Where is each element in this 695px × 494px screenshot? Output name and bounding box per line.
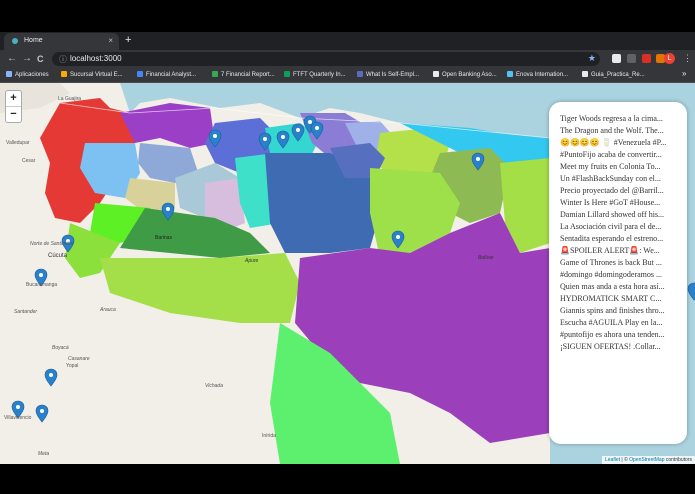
map-view[interactable]: La Guajira Valledupar Cesar Cúcuta Norte…	[0, 83, 695, 464]
bookmark-item[interactable]: Sucursal Virtual E...	[61, 71, 123, 78]
bookmarks-overflow-icon[interactable]: »	[682, 69, 686, 78]
tweet-item[interactable]: Meet my fruits en Colonia To...	[560, 161, 680, 173]
tweet-item[interactable]: #puntofijo es ahora una tenden...	[560, 329, 680, 341]
bookmark-item[interactable]: Financial Analyst...	[137, 71, 196, 78]
map-label: Inírida	[262, 433, 276, 439]
extension-icon[interactable]	[642, 54, 651, 63]
browser-toolbar: ← → C ⓘ localhost:3000 ★ L ⋮	[0, 50, 695, 68]
tweet-item[interactable]: HYDROMATICK SMART C...	[560, 293, 680, 305]
screen-bottom-bar	[0, 464, 695, 494]
tweet-item[interactable]: #PuntoFijo acaba de convertir...	[560, 149, 680, 161]
map-label: Casanare	[68, 356, 90, 362]
map-label: Cúcuta	[48, 253, 68, 259]
tweet-item[interactable]: 😊😊😊😊 🥛 #Venezuela #P...	[560, 137, 680, 149]
reload-icon[interactable]: C	[37, 54, 44, 64]
tweet-item[interactable]: Quien mas anda a esta hora así...	[560, 281, 680, 293]
tweet-item[interactable]: Tiger Woods regresa a la cima...	[560, 113, 680, 125]
screen-top-bar	[0, 0, 695, 32]
apps-icon	[6, 71, 12, 77]
back-arrow-icon[interactable]: ←	[7, 53, 17, 64]
zoom-out-button[interactable]: −	[6, 107, 21, 122]
tweet-item[interactable]: Sentadita esperando el estreno...	[560, 233, 680, 245]
map-label: La Guajira	[58, 96, 82, 102]
extension-icon[interactable]	[612, 54, 621, 63]
bookmark-item[interactable]: Aplicaciones	[6, 71, 49, 78]
site-icon	[212, 71, 218, 77]
map-label: Villavicencio	[4, 415, 32, 421]
osm-link[interactable]: OpenStreetMap	[629, 457, 664, 463]
map-label: Boyacá	[52, 345, 69, 351]
bookmark-item[interactable]: 7 Financial Report...	[212, 71, 275, 78]
bank-icon	[61, 71, 67, 77]
map-label: Arauca	[100, 307, 116, 313]
document-icon	[433, 71, 439, 77]
tweet-item[interactable]: 🚨SPOILER ALERT🚨: We...	[560, 245, 680, 257]
tweet-item[interactable]: Winter Is Here #GoT #House...	[560, 197, 680, 209]
map-attribution: Leaflet | © OpenStreetMap contributors	[602, 456, 695, 464]
extension-icon[interactable]	[627, 54, 636, 63]
map-label: Santander	[14, 309, 38, 315]
tab-home[interactable]: Home ×	[4, 33, 119, 50]
map-label: Vichada	[205, 383, 223, 389]
leaflet-link[interactable]: Leaflet	[605, 457, 620, 463]
bookmark-item[interactable]: Guia_Practica_Re...	[582, 71, 645, 78]
zoom-in-button[interactable]: +	[6, 91, 21, 107]
map-label: Apure	[245, 258, 259, 264]
menu-icon[interactable]: ⋮	[683, 53, 692, 64]
forward-arrow-icon[interactable]: →	[22, 53, 32, 64]
bookmarks-bar: Aplicaciones Sucursal Virtual E... Finan…	[0, 68, 695, 83]
map-label: Yopal	[66, 363, 79, 369]
map-label: Bolívar	[478, 255, 494, 261]
map-label: Norte de Santander	[30, 241, 74, 247]
profile-avatar[interactable]: L	[664, 53, 675, 64]
tweet-item[interactable]: Un #FlashBackSunday con el...	[560, 173, 680, 185]
document-icon	[582, 71, 588, 77]
tweet-item[interactable]: The Dragon and the Wolf. The...	[560, 125, 680, 137]
tweet-item[interactable]: #domingo #domingoderamos ...	[560, 269, 680, 281]
map-label: Bucaramanga	[26, 282, 58, 288]
tab-title: Home	[24, 37, 43, 44]
tweet-list: Tiger Woods regresa a la cima... The Dra…	[560, 113, 680, 353]
site-icon	[284, 71, 290, 77]
map-label: Barinas	[155, 235, 172, 241]
tweet-item[interactable]: Damian Lillard showed off his...	[560, 209, 680, 221]
site-icon	[137, 71, 143, 77]
tweet-item[interactable]: La Asociación civil para el de...	[560, 221, 680, 233]
bookmark-item[interactable]: What Is Self-Empl...	[357, 71, 419, 78]
tweet-item[interactable]: Giannis spins and finishes thro...	[560, 305, 680, 317]
tweet-item[interactable]: Precio proyectado del @Barril...	[560, 185, 680, 197]
address-bar[interactable]: ⓘ localhost:3000 ★	[52, 52, 600, 66]
tweet-item[interactable]: Game of Thrones is back But ...	[560, 257, 680, 269]
info-icon[interactable]: ⓘ	[59, 54, 67, 65]
site-icon	[357, 71, 363, 77]
globe-icon	[12, 38, 18, 44]
zoom-control: + −	[5, 90, 22, 123]
url-text: localhost:3000	[70, 54, 122, 63]
tweet-item[interactable]: Escucha #AGUILA Play en la...	[560, 317, 680, 329]
bookmark-item[interactable]: Enova Internation...	[507, 71, 568, 78]
site-icon	[507, 71, 513, 77]
map-label: Cesar	[22, 158, 36, 164]
close-icon[interactable]: ×	[108, 36, 113, 45]
tweet-item[interactable]: ¡SIGUEN OFERTAS! .Collar...	[560, 341, 680, 353]
map-label: Meta	[38, 451, 50, 457]
map-marker-icon[interactable]	[687, 282, 695, 301]
bookmark-item[interactable]: FTFT Quarterly In...	[284, 71, 346, 78]
tweets-panel[interactable]: Tiger Woods regresa a la cima... The Dra…	[549, 102, 687, 444]
map-label: Valledupar	[6, 140, 30, 146]
bookmark-star-icon[interactable]: ★	[588, 53, 596, 64]
bookmark-item[interactable]: Open Banking Aso...	[433, 71, 497, 78]
new-tab-button[interactable]: +	[125, 34, 131, 46]
